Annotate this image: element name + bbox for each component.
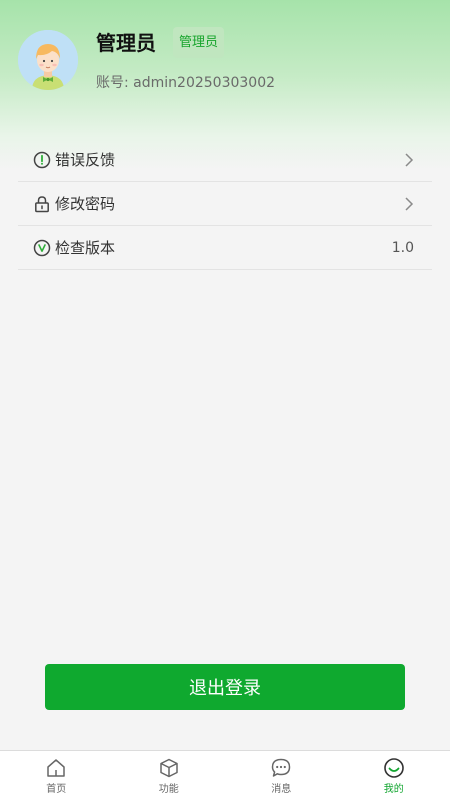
role-badge: 管理员 <box>173 27 224 58</box>
account-number: 账号: admin20250303002 <box>96 73 275 93</box>
chevron-right-icon <box>404 182 414 225</box>
tab-label: 消息 <box>271 784 291 796</box>
v-circle-icon <box>33 239 51 257</box>
cube-icon <box>157 756 181 780</box>
smile-icon <box>382 756 406 780</box>
menu-item-label: 错误反馈 <box>55 150 115 170</box>
version-value: 1.0 <box>392 226 414 269</box>
cartoon-avatar-icon <box>18 30 78 90</box>
settings-menu: 错误反馈 修改密码 检查版本 <box>18 138 432 270</box>
menu-item-change-password[interactable]: 修改密码 <box>18 182 432 226</box>
tab-label: 功能 <box>159 784 179 796</box>
tab-label: 首页 <box>46 784 66 796</box>
tab-functions[interactable]: 功能 <box>113 751 226 801</box>
menu-item-label: 修改密码 <box>55 194 115 214</box>
bottom-tab-bar: 首页 功能 消息 我的 <box>0 750 450 801</box>
menu-item-error-feedback[interactable]: 错误反馈 <box>18 138 432 182</box>
menu-item-check-version[interactable]: 检查版本 1.0 <box>18 226 432 270</box>
user-name: 管理员 <box>96 30 156 56</box>
tab-label: 我的 <box>384 784 404 796</box>
tab-messages[interactable]: 消息 <box>225 751 338 801</box>
tab-home[interactable]: 首页 <box>0 751 113 801</box>
logout-button[interactable]: 退出登录 <box>45 664 405 710</box>
tab-mine[interactable]: 我的 <box>338 751 450 801</box>
message-icon <box>269 756 293 780</box>
exclamation-circle-icon <box>33 151 51 169</box>
lock-icon <box>33 195 51 213</box>
menu-item-label: 检查版本 <box>55 238 115 258</box>
chevron-right-icon <box>404 138 414 181</box>
home-icon <box>44 756 68 780</box>
user-avatar <box>18 30 78 90</box>
